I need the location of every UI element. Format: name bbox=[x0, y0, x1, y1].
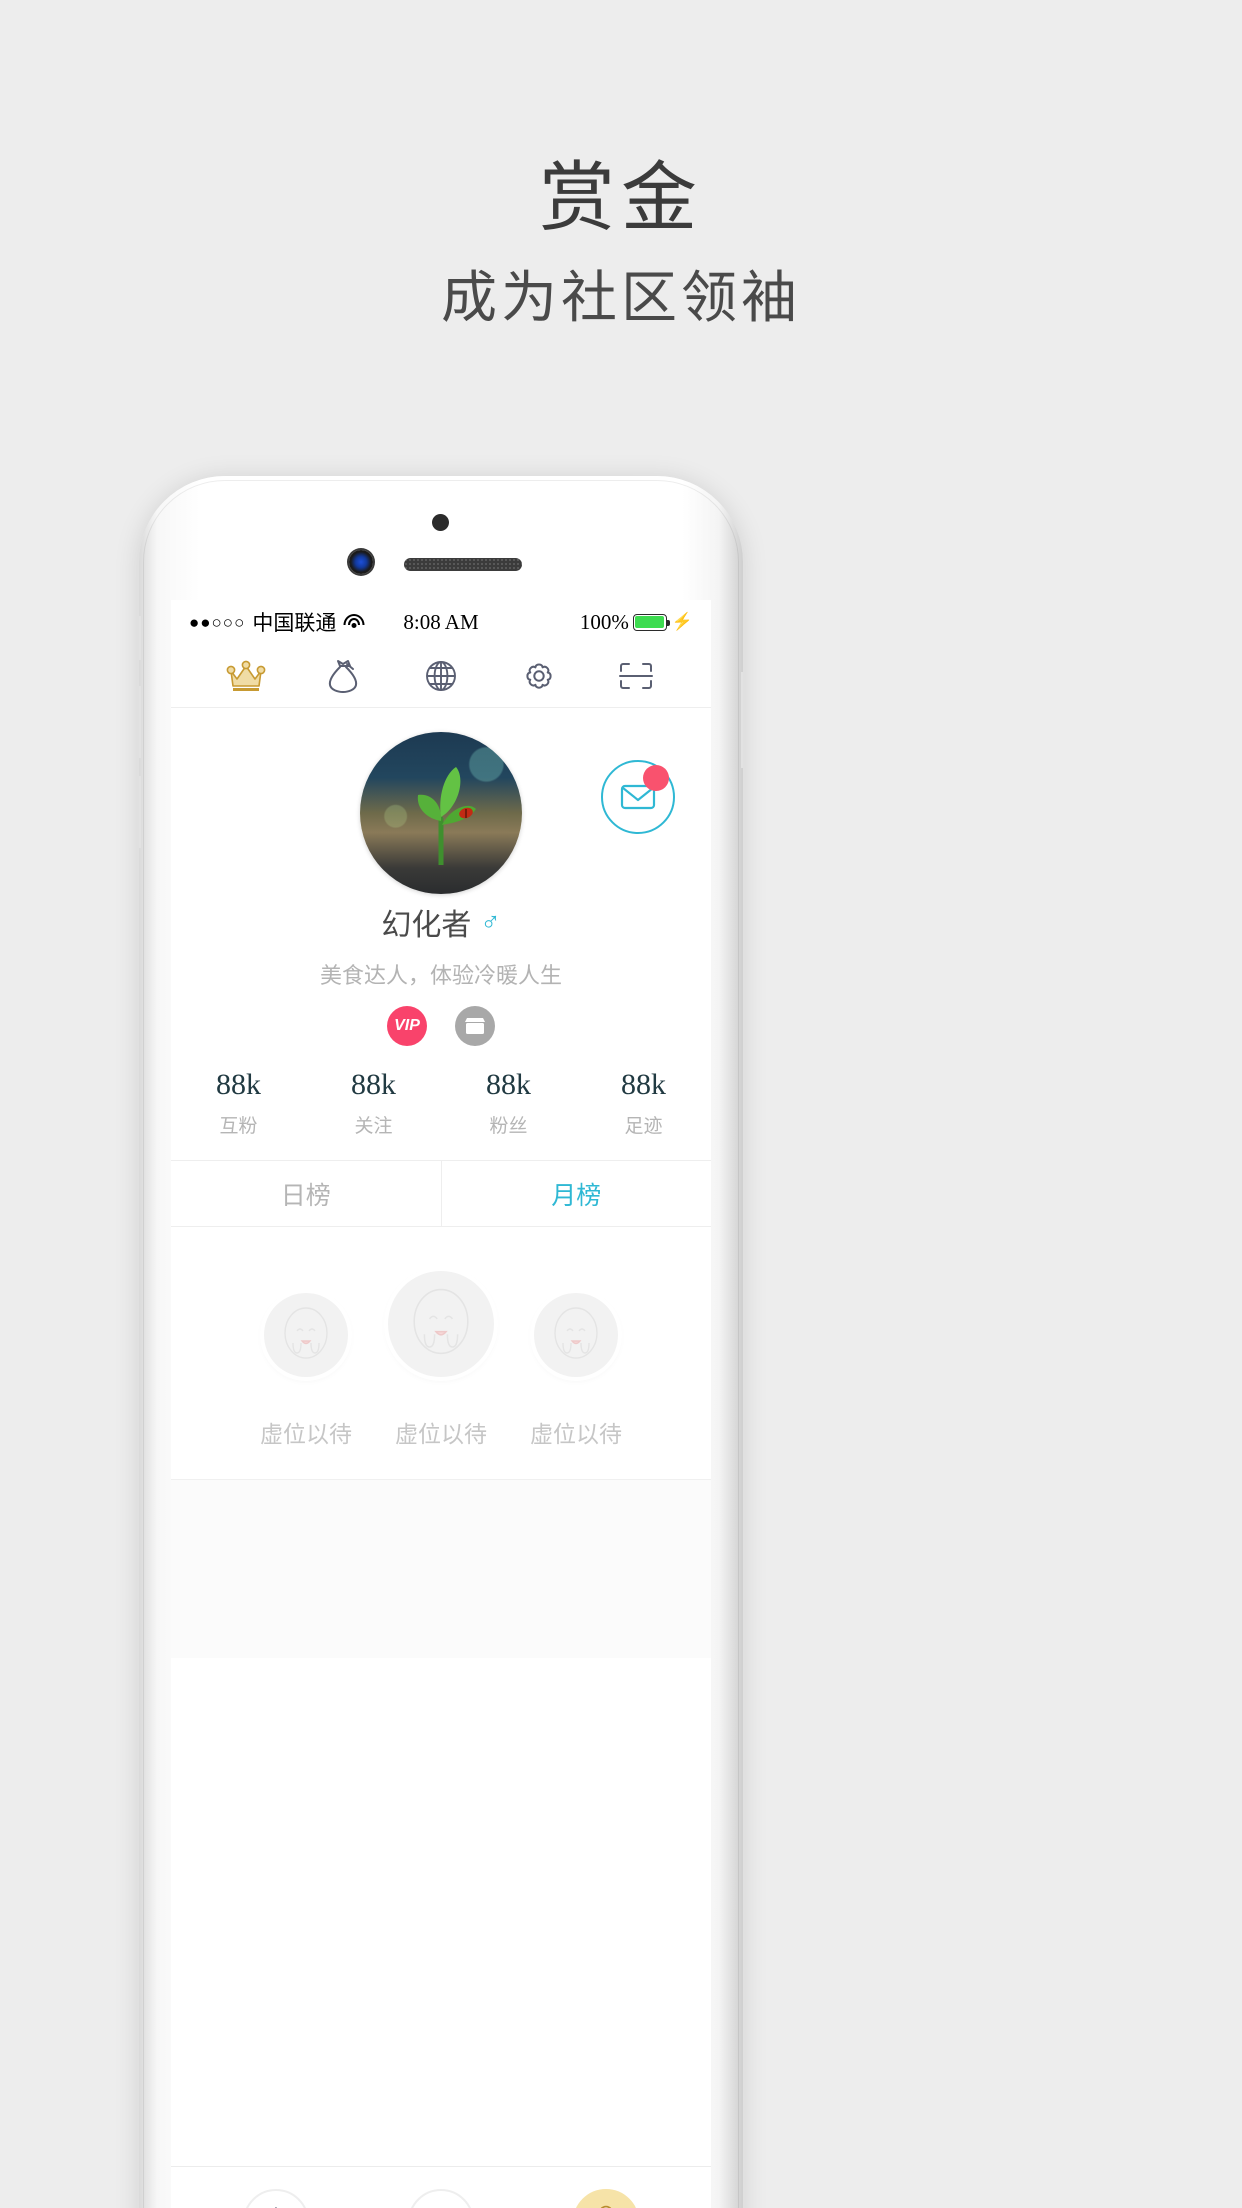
volume-up-button bbox=[139, 686, 141, 758]
user-icon[interactable] bbox=[573, 2188, 640, 2208]
rank-label: 虚位以待 bbox=[530, 1422, 622, 1448]
stat-label: 足迹 bbox=[624, 1115, 663, 1137]
tab-monthly-ranking[interactable]: 月榜 bbox=[440, 1161, 712, 1226]
status-bar: ●●○○○ 中国联通 8:08 AM 100% ⚡ bbox=[171, 600, 711, 644]
ranking-tabs: 日榜 月榜 bbox=[171, 1161, 711, 1227]
front-camera bbox=[349, 550, 373, 574]
stat-label: 互粉 bbox=[219, 1115, 258, 1137]
vip-badge[interactable]: VIP bbox=[387, 1006, 427, 1046]
rank-label: 虚位以待 bbox=[260, 1422, 352, 1448]
bottom-navigation-bar bbox=[171, 2166, 711, 2208]
stat-value: 88k bbox=[486, 1068, 531, 1101]
shop-badge[interactable] bbox=[455, 1006, 495, 1046]
earpiece-speaker bbox=[404, 558, 522, 571]
lightning-bolt-icon: ⚡ bbox=[671, 612, 694, 631]
avatar[interactable] bbox=[360, 732, 522, 894]
mute-switch bbox=[139, 616, 141, 660]
username: 幻化者 bbox=[381, 908, 472, 943]
rank-avatar-placeholder bbox=[534, 1293, 618, 1377]
carrier-name: 中国联通 bbox=[252, 611, 337, 635]
crown-icon[interactable] bbox=[223, 653, 269, 699]
rank-label: 虚位以待 bbox=[395, 1422, 487, 1448]
battery-percent-label: 100% bbox=[579, 609, 629, 634]
globe-icon[interactable] bbox=[418, 653, 464, 699]
money-bag-icon[interactable] bbox=[320, 653, 366, 699]
tab-daily-ranking[interactable]: 日榜 bbox=[171, 1161, 441, 1226]
rank-avatar-placeholder bbox=[264, 1293, 348, 1377]
stat-following[interactable]: 88k 关注 bbox=[306, 1068, 441, 1138]
rank-entry-3[interactable]: 3 虚位以待 bbox=[530, 1293, 622, 1449]
message-envelope-button[interactable] bbox=[601, 760, 675, 834]
wifi-icon bbox=[343, 614, 365, 630]
status-bar-time: 8:08 AM bbox=[403, 609, 479, 634]
phone-screen: ●●○○○ 中国联通 8:08 AM 100% ⚡ 幻化者 ♂ 美食达人，体验冷… bbox=[171, 600, 711, 2208]
signal-strength-dots: ●●○○○ bbox=[189, 612, 246, 632]
rank-entry-1[interactable]: 1 虚位以待 bbox=[388, 1271, 494, 1449]
unread-badge-dot bbox=[643, 765, 669, 791]
gender-icon: ♂ bbox=[480, 906, 501, 938]
star-compass-icon[interactable] bbox=[242, 2188, 309, 2208]
badge-row: VIP bbox=[171, 1006, 711, 1046]
stat-label: 粉丝 bbox=[489, 1115, 528, 1137]
phone-device-frame: ●●○○○ 中国联通 8:08 AM 100% ⚡ 幻化者 ♂ 美食达人，体验冷… bbox=[139, 476, 743, 2208]
stat-followers[interactable]: 88k 粉丝 bbox=[441, 1068, 576, 1138]
stat-value: 88k bbox=[621, 1068, 666, 1101]
page-title: 赏金 bbox=[539, 153, 703, 242]
stat-footprints[interactable]: 88k 足迹 bbox=[576, 1068, 711, 1138]
scan-icon[interactable] bbox=[613, 653, 659, 699]
promo-page: 赏金 成为社区领袖 ●●○○○ 中国联通 8:08 AM 100% ⚡ 幻化者 … bbox=[0, 0, 1242, 2208]
rank-avatar-placeholder bbox=[388, 1271, 494, 1377]
page-subtitle: 成为社区领袖 bbox=[441, 266, 801, 331]
stat-mutual-fans[interactable]: 88k 互粉 bbox=[171, 1068, 306, 1138]
empty-content-area bbox=[171, 1480, 711, 1658]
gear-icon[interactable] bbox=[516, 653, 562, 699]
stats-row: 88k 互粉 88k 关注 88k 粉丝 88k 足迹 bbox=[171, 1068, 711, 1161]
avatar-row bbox=[171, 724, 711, 900]
proximity-sensor bbox=[432, 514, 449, 531]
top-toolbar bbox=[171, 644, 711, 708]
volume-down-button bbox=[139, 776, 141, 848]
ranking-podium: 2 虚位以待 1 虚位以待 bbox=[171, 1227, 711, 1480]
camera-icon[interactable] bbox=[407, 2188, 474, 2208]
stat-label: 关注 bbox=[354, 1115, 393, 1137]
battery-icon bbox=[632, 613, 670, 631]
profile-section: 幻化者 ♂ 美食达人，体验冷暖人生 VIP 88k 互粉 88k 关注 88k … bbox=[171, 708, 711, 1161]
rank-entry-2[interactable]: 2 虚位以待 bbox=[260, 1293, 352, 1449]
stat-value: 88k bbox=[216, 1068, 261, 1101]
stat-value: 88k bbox=[351, 1068, 396, 1101]
power-button bbox=[741, 672, 743, 768]
user-bio: 美食达人，体验冷暖人生 bbox=[319, 964, 562, 989]
username-row: 幻化者 ♂ bbox=[171, 900, 711, 944]
